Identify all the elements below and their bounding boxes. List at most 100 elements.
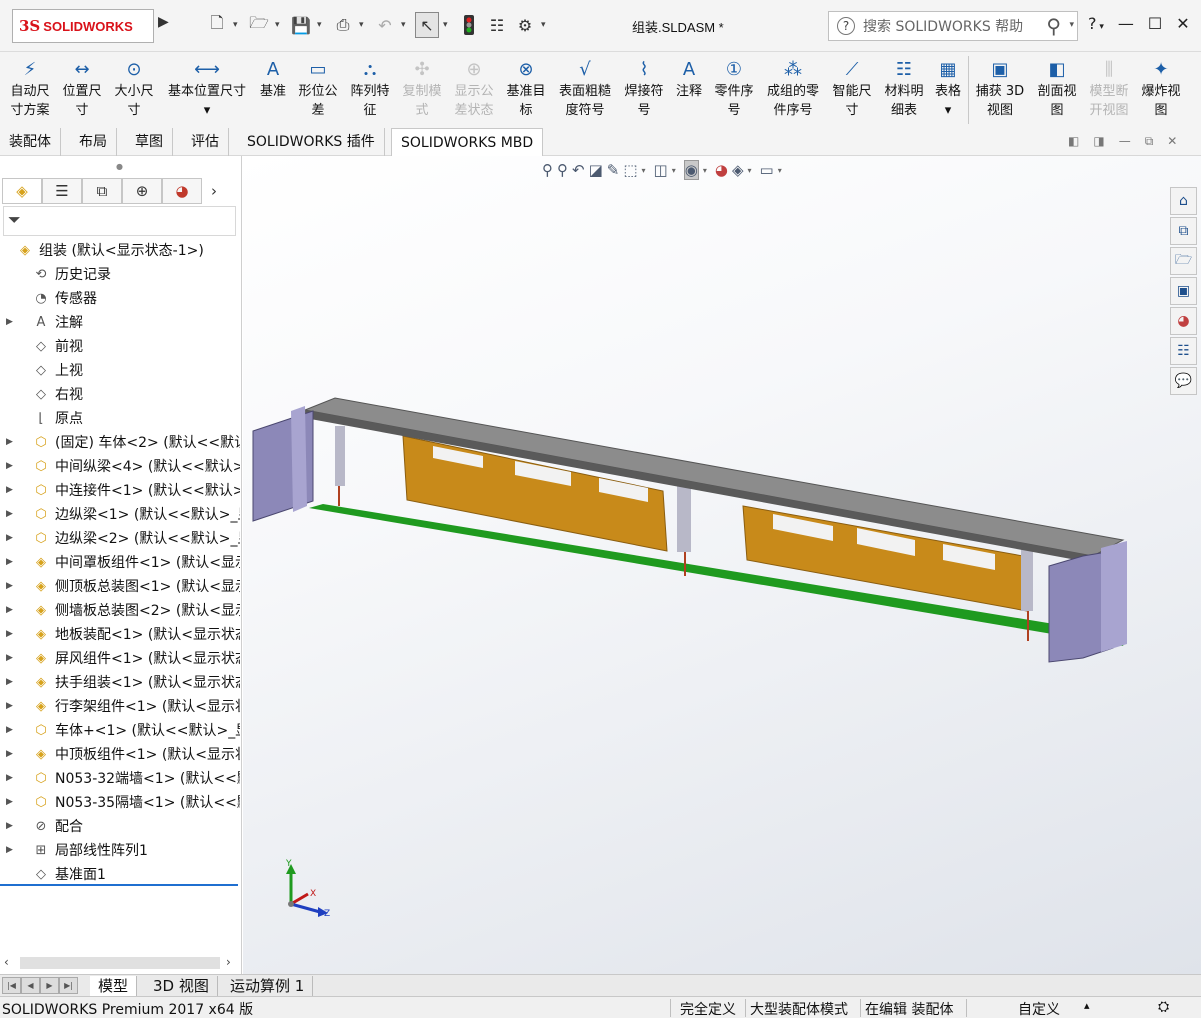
help-menu-icon[interactable]: ? ▾: [1088, 14, 1104, 33]
expand-arrow-icon[interactable]: ▶: [6, 749, 16, 759]
save-dropdown-icon[interactable]: ▾: [317, 20, 327, 30]
prev-tab-icon[interactable]: ◀: [21, 977, 40, 994]
rebuild-traffic-light-icon[interactable]: [457, 12, 481, 38]
select-pointer-icon[interactable]: ↖: [415, 12, 439, 38]
tree-item[interactable]: ▶ ⬡ (固定) 车体<2> (默认<<默认>_显示: [0, 430, 240, 454]
display-manager-tab-icon[interactable]: ◕: [162, 178, 202, 204]
file-explorer-icon[interactable]: 🗁: [1170, 247, 1197, 275]
panel-horizontal-scrollbar[interactable]: ‹ ›: [0, 954, 240, 972]
units-up-icon[interactable]: ▴: [1084, 999, 1090, 1012]
dynamic-annotation-icon[interactable]: ✎: [607, 161, 620, 179]
scene-dropdown-icon[interactable]: ▾: [748, 166, 752, 175]
more-tabs-chevron-icon[interactable]: ›: [202, 178, 226, 204]
next-tab-icon[interactable]: ▶: [40, 977, 59, 994]
options-gear-icon[interactable]: ⚙: [513, 12, 537, 38]
ribbon-button-copy-scheme[interactable]: ✣ 复制模式: [400, 56, 444, 120]
expand-arrow-icon[interactable]: ▶: [6, 485, 16, 495]
custom-properties-icon[interactable]: ☷: [1170, 337, 1197, 365]
zoom-to-fit-icon[interactable]: ⚲: [542, 161, 553, 179]
select-dropdown-icon[interactable]: ▾: [443, 20, 453, 30]
tab-1[interactable]: 布局: [70, 128, 117, 156]
units-selector[interactable]: 自定义: [1018, 999, 1060, 1018]
expand-arrow-icon[interactable]: ▶: [6, 725, 16, 735]
tree-item[interactable]: ▶ ◈ 地板装配<1> (默认<显示状态: [0, 622, 240, 646]
print-dropdown-icon[interactable]: ▾: [359, 20, 369, 30]
apply-scene-icon[interactable]: ◈: [732, 161, 744, 179]
minimize-icon[interactable]: —: [1118, 14, 1134, 33]
expand-arrow-icon[interactable]: ▶: [6, 533, 16, 543]
expand-arrow-icon[interactable]: ▶: [6, 605, 16, 615]
save-icon[interactable]: 💾: [289, 12, 313, 38]
ribbon-button-size-dimension[interactable]: ⊙ 大小尺寸: [112, 56, 156, 120]
view-settings-dropdown-icon[interactable]: ▾: [778, 166, 782, 175]
tab-4[interactable]: SOLIDWORKS 插件: [238, 128, 385, 156]
ribbon-button-bom[interactable]: ☷ 材料明 细表: [882, 56, 926, 120]
tree-item[interactable]: ▶ ⊘ 配合: [0, 814, 240, 838]
menu-expand-icon[interactable]: ▶: [158, 14, 169, 30]
tree-item[interactable]: ⌊ 原点: [0, 406, 240, 430]
first-tab-icon[interactable]: |◀: [2, 977, 21, 994]
help-search-input[interactable]: 搜索 SOLIDWORKS 帮助: [863, 16, 1023, 36]
file-properties-icon[interactable]: ☷: [485, 12, 509, 38]
view-orientation-dropdown-icon[interactable]: ▾: [642, 166, 646, 175]
tab-3[interactable]: 评估: [182, 128, 229, 156]
scroll-left-icon[interactable]: ‹: [4, 955, 9, 969]
tab-0[interactable]: 装配体: [0, 128, 61, 156]
help-search-box[interactable]: ? 搜索 SOLIDWORKS 帮助 ⚲ ▾: [828, 11, 1078, 41]
tree-item[interactable]: ▶ ◈ 侧墙板总装图<2> (默认<显示: [0, 598, 240, 622]
expand-arrow-icon[interactable]: ▶: [6, 821, 16, 831]
expand-arrow-icon[interactable]: ▶: [6, 773, 16, 783]
ribbon-button-surface-finish[interactable]: √ 表面粗糙 度符号: [556, 56, 614, 120]
new-document-icon[interactable]: 🗋: [205, 12, 229, 38]
ribbon-button-datum[interactable]: A 基准: [258, 56, 288, 101]
expand-arrow-icon[interactable]: ▶: [6, 701, 16, 711]
expand-arrow-icon[interactable]: ▶: [6, 437, 16, 447]
configuration-manager-tab-icon[interactable]: ⧉: [82, 178, 122, 204]
tree-item[interactable]: ◇ 右视: [0, 382, 240, 406]
expand-arrow-icon[interactable]: ▶: [6, 845, 16, 855]
options-dropdown-icon[interactable]: ▾: [541, 20, 551, 30]
rollback-bar[interactable]: [0, 884, 238, 886]
solidworks-logo[interactable]: 3S SOLIDWORKS: [12, 9, 154, 43]
tree-item[interactable]: ◔ 传感器: [0, 286, 240, 310]
scroll-right-icon[interactable]: ›: [226, 955, 231, 969]
tree-item[interactable]: ▶ ◈ 侧顶板总装图<1> (默认<显示: [0, 574, 240, 598]
scroll-thumb[interactable]: [20, 957, 220, 969]
expand-arrow-icon[interactable]: ▶: [6, 509, 16, 519]
ribbon-button-balloon[interactable]: ① 零件序号: [712, 56, 756, 120]
ribbon-button-pattern-feature[interactable]: ⛬ 阵列特征: [348, 56, 392, 120]
tree-item[interactable]: ▶ ◈ 中顶板组件<1> (默认<显示状: [0, 742, 240, 766]
view-palette-icon[interactable]: ▣: [1170, 277, 1197, 305]
view-settings-icon[interactable]: ▭: [760, 161, 774, 179]
tree-item[interactable]: ▶ ⬡ 车体+<1> (默认<<默认>_显示: [0, 718, 240, 742]
expand-arrow-icon[interactable]: ▶: [6, 557, 16, 567]
hide-show-dropdown-icon[interactable]: ▾: [703, 166, 707, 175]
tree-item[interactable]: ▶ ⬡ 中连接件<1> (默认<<默认>_显示: [0, 478, 240, 502]
display-style-icon[interactable]: ◫: [654, 161, 668, 179]
bottom-tab-1[interactable]: 3D 视图: [145, 976, 218, 996]
edit-appearance-icon[interactable]: ◕: [715, 161, 728, 179]
tree-item[interactable]: ▶ ◈ 行李架组件<1> (默认<显示状: [0, 694, 240, 718]
ribbon-button-basic-location-dimension[interactable]: ⟷ 基本位置尺寸 ▾: [164, 56, 250, 120]
tree-item[interactable]: ▶ A 注解: [0, 310, 240, 334]
expand-arrow-icon[interactable]: ▶: [6, 629, 16, 639]
previous-view-icon[interactable]: ↶: [572, 161, 585, 179]
search-dropdown-icon[interactable]: ▾: [1069, 20, 1074, 30]
ribbon-button-datum-target[interactable]: ⊗ 基准目标: [504, 56, 548, 120]
ribbon-button-stacked-balloon[interactable]: ⁂ 成组的零 件序号: [764, 56, 822, 120]
zoom-to-area-icon[interactable]: ⚲: [557, 161, 568, 179]
appearances-icon[interactable]: ◕: [1170, 307, 1197, 335]
viewport-restore-icon[interactable]: ⧉: [1145, 134, 1154, 149]
graphics-area[interactable]: [243, 156, 1201, 974]
restore-left-icon[interactable]: ◧: [1068, 134, 1079, 149]
expand-arrow-icon[interactable]: ▶: [6, 581, 16, 591]
print-icon[interactable]: ⎙: [331, 12, 355, 38]
tree-item[interactable]: ◇ 上视: [0, 358, 240, 382]
viewport-close-icon[interactable]: ✕: [1167, 134, 1177, 149]
search-icon[interactable]: ⚲: [1046, 14, 1061, 38]
tree-filter[interactable]: ⏷: [3, 206, 236, 236]
tree-item[interactable]: ◇ 基准面1: [0, 862, 240, 886]
forum-icon[interactable]: 💬: [1170, 367, 1197, 395]
dimxpert-manager-tab-icon[interactable]: ⊕: [122, 178, 162, 204]
feature-manager-tab-icon[interactable]: ◈: [2, 178, 42, 204]
